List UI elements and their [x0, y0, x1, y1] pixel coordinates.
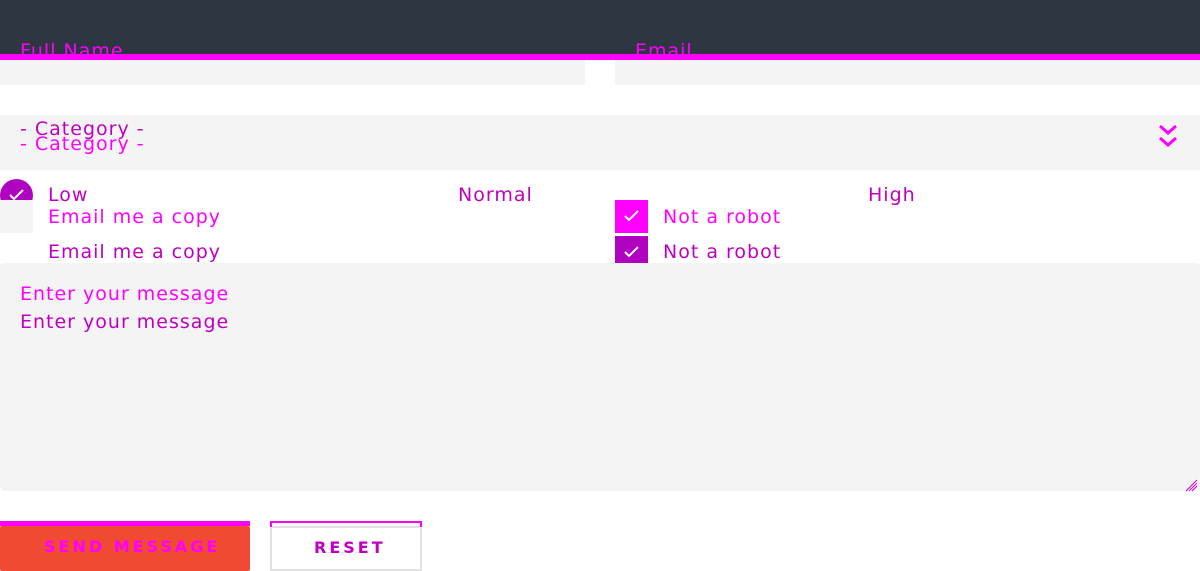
not-robot-label[interactable]: Not a robot — [663, 206, 781, 228]
priority-option-low[interactable]: Low — [48, 184, 88, 206]
not-robot-checkbox[interactable] — [615, 200, 648, 233]
check-icon — [624, 210, 639, 222]
email-copy-checkbox[interactable] — [0, 200, 33, 233]
priority-option-high[interactable]: High — [868, 184, 916, 206]
priority-option-normal[interactable]: Normal — [458, 184, 533, 206]
category-selected-value-ghost: - Category - — [20, 133, 145, 155]
email-field[interactable] — [615, 60, 1200, 85]
send-message-label[interactable]: SEND MESSAGE — [44, 537, 220, 556]
check-icon — [624, 246, 639, 258]
reset-label[interactable]: RESET — [314, 538, 386, 557]
double-chevron-down-icon[interactable] — [1156, 122, 1180, 152]
resize-handle-icon[interactable] — [1184, 478, 1198, 492]
email-copy-label[interactable]: Email me a copy — [48, 206, 221, 228]
email-copy-label-ghost[interactable]: Email me a copy — [48, 241, 221, 263]
category-select[interactable] — [0, 115, 1200, 170]
not-robot-label-ghost[interactable]: Not a robot — [663, 241, 781, 263]
message-placeholder-ghost: Enter your message — [20, 311, 230, 333]
message-placeholder: Enter your message — [20, 283, 230, 305]
full-name-field[interactable] — [0, 60, 585, 85]
top-bar-accent-line — [0, 54, 1200, 60]
top-bar — [0, 0, 1200, 55]
reset-button-accent — [270, 521, 422, 527]
